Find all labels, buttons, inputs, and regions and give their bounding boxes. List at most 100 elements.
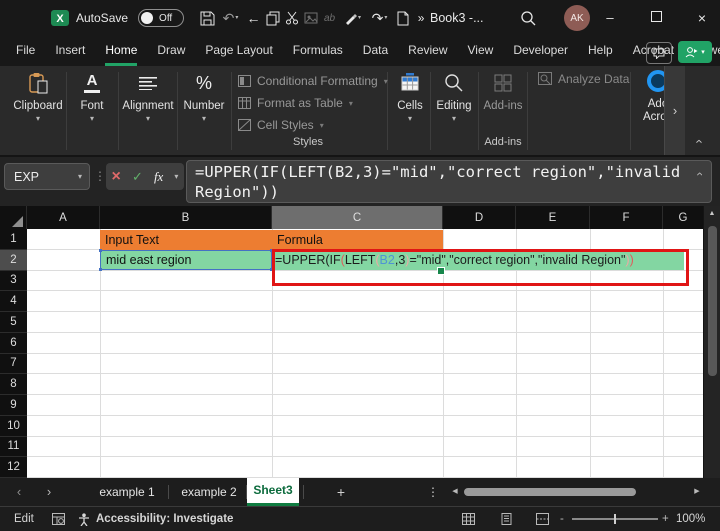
column-header-d[interactable]: D [443,206,516,229]
tab-data[interactable]: Data [363,37,388,66]
accessibility-status[interactable]: Accessibility: Investigate [96,507,233,531]
cell-c1[interactable]: Formula [272,230,443,250]
add-sheet-button[interactable]: + [330,478,352,506]
column-header-b[interactable]: B [100,206,272,229]
qat-overflow-button[interactable]: » [412,0,430,36]
conditional-formatting-button[interactable]: Conditional Formatting ▾ [238,74,388,88]
sheet-tab-example-2[interactable]: example 2 [176,478,242,506]
cell-b1[interactable]: Input Text [100,230,272,250]
formula-input[interactable]: =UPPER(IF(LEFT(B2,3)="mid","correct regi… [186,160,712,203]
tab-page-layout[interactable]: Page Layout [205,37,272,66]
undo-button[interactable]: ↶ ▾ [217,0,244,36]
page-layout-view-button[interactable] [500,513,513,525]
vertical-scrollbar[interactable]: ▲ [703,206,720,478]
cancel-button[interactable]: × [112,168,121,186]
copy-button[interactable] [263,0,282,36]
grid-row[interactable] [27,457,703,478]
row-header-7[interactable]: 7 [0,354,27,375]
editing-group-button[interactable]: Editing ▾ [432,70,476,123]
tab-review[interactable]: Review [408,37,447,66]
vertical-scroll-thumb[interactable] [708,226,717,376]
zoom-level[interactable]: 100% [676,507,705,531]
autosave-toggle[interactable]: Off [138,9,184,27]
column-header-a[interactable]: A [27,206,100,229]
grid-row[interactable] [27,333,703,354]
chevron-down-icon[interactable]: ▾ [174,172,178,181]
draw-touch-button[interactable]: ▾ [339,0,366,36]
save-button[interactable] [198,0,217,36]
collapse-ribbon-button[interactable]: › [688,132,708,150]
column-header-c[interactable]: C [272,206,443,229]
new-file-button[interactable] [393,0,412,36]
cell-styles-button[interactable]: Cell Styles ▾ [238,118,324,132]
row-header-10[interactable]: 10 [0,416,27,437]
scroll-up-icon[interactable]: ▲ [704,206,720,222]
zoom-out-button[interactable]: - [560,507,564,531]
cells-group-button[interactable]: Cells ▾ [390,70,430,123]
prev-sheet-button[interactable]: ‹ [8,478,30,506]
name-box[interactable]: EXP ▾ [4,163,90,190]
tab-home[interactable]: Home [105,37,137,66]
column-header-f[interactable]: F [590,206,663,229]
tab-file[interactable]: File [16,37,35,66]
alignment-group-button[interactable]: Alignment ▾ [120,70,176,123]
macro-record-icon[interactable] [52,513,65,525]
select-all-corner[interactable] [0,206,27,229]
analyze-data-button[interactable]: Analyze Data [538,72,629,86]
collapse-formula-bar-button[interactable]: › [692,172,706,176]
cell-mode-indicator[interactable]: Edit [14,507,34,531]
row-header-5[interactable]: 5 [0,312,27,333]
search-icon[interactable] [520,10,536,26]
zoom-slider-thumb[interactable] [614,514,616,524]
range-handle[interactable] [99,249,102,252]
comments-button[interactable] [646,42,672,64]
row-header-6[interactable]: 6 [0,333,27,354]
horizontal-scroll-thumb[interactable] [464,488,636,496]
clipboard-group-button[interactable]: Clipboard ▾ [10,70,66,123]
maximize-button[interactable] [642,0,670,36]
font-group-button[interactable]: A Font ▾ [68,70,116,123]
number-group-button[interactable]: % Number ▾ [179,70,229,123]
chevron-down-icon[interactable]: ▾ [235,15,238,21]
grid-row[interactable] [27,395,703,416]
ribbon-scroll-right-button[interactable]: › [664,66,685,155]
chevron-down-icon[interactable]: ▾ [358,15,361,21]
cut-button[interactable] [282,0,301,36]
chevron-down-icon[interactable]: ▾ [384,15,387,21]
format-as-table-button[interactable]: Format as Table ▾ [238,96,353,110]
tab-developer[interactable]: Developer [513,37,568,66]
normal-view-button[interactable] [462,513,475,525]
row-header-12[interactable]: 12 [0,457,27,478]
sheet-tab-example-1[interactable]: example 1 [92,478,162,506]
grid-row[interactable] [27,437,703,458]
tab-draw[interactable]: Draw [157,37,185,66]
account-avatar[interactable]: AK [564,5,590,31]
insert-function-button[interactable]: fx [154,169,163,185]
grid-row[interactable] [27,354,703,375]
close-button[interactable]: × [688,0,716,36]
grid-row[interactable] [27,312,703,333]
grid-row[interactable] [27,291,703,312]
hscroll-left-icon[interactable]: ◀ [448,478,462,506]
add-ins-button[interactable]: Add-ins [481,70,525,112]
minimize-button[interactable]: – [596,0,624,36]
tab-insert[interactable]: Insert [55,37,85,66]
drag-dots-icon[interactable]: ⋮ [94,163,106,190]
share-button[interactable]: ▾ [678,41,712,63]
fill-handle[interactable] [437,267,445,275]
row-header-9[interactable]: 9 [0,395,27,416]
redo-button[interactable]: ↷ ▾ [366,0,393,36]
grid-row[interactable] [27,416,703,437]
range-handle[interactable] [99,268,102,271]
grid-row[interactable] [27,374,703,395]
row-header-11[interactable]: 11 [0,437,27,458]
zoom-in-button[interactable]: + [662,507,669,531]
sheet-options-button[interactable]: ⋮ [424,478,442,506]
tab-help[interactable]: Help [588,37,613,66]
sheet-tab-sheet3[interactable]: Sheet3 [247,478,299,506]
hscroll-right-icon[interactable]: ▶ [690,478,704,506]
row-header-1[interactable]: 1 [0,229,27,250]
page-break-view-button[interactable] [536,513,549,525]
tab-formulas[interactable]: Formulas [293,37,343,66]
row-header-4[interactable]: 4 [0,291,27,312]
